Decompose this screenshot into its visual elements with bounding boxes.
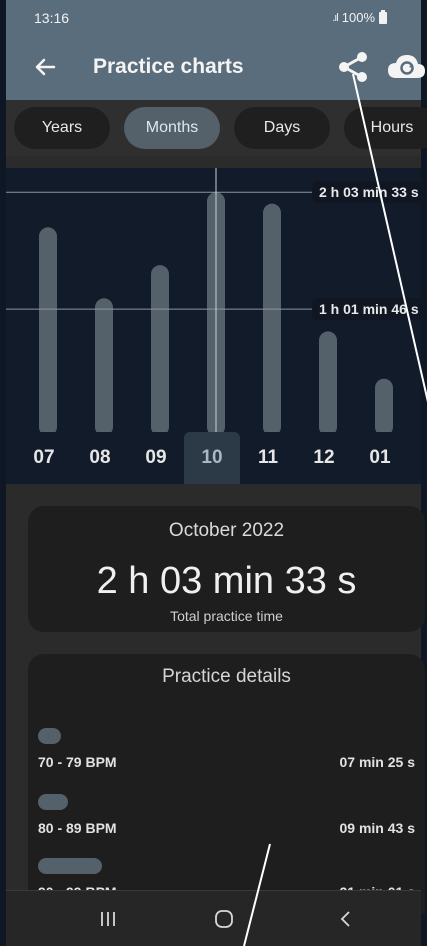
share-icon[interactable]: [336, 50, 370, 84]
practice-bar-chart[interactable]: 2 h 03 min 33 s 1 h 01 min 46 s: [6, 168, 427, 432]
tab-months[interactable]: Months: [124, 107, 220, 149]
detail-bar: [38, 794, 68, 810]
tab-hours[interactable]: Hours: [344, 107, 427, 149]
detail-bar: [38, 858, 102, 874]
tab-days[interactable]: Days: [234, 107, 330, 149]
detail-bpm-range: 70 - 79 BPM: [38, 754, 117, 770]
detail-row: 70 - 79 BPM 07 min 25 s: [28, 728, 425, 788]
recent-apps-button[interactable]: [88, 905, 128, 933]
phone-screen: 13:16 .ıl 100% Practice charts Years Mon…: [0, 0, 427, 946]
x-tick-12[interactable]: 12: [296, 432, 352, 484]
back-chevron-icon: [340, 911, 350, 927]
x-tick-08[interactable]: 08: [72, 432, 128, 484]
x-tick-07[interactable]: 07: [16, 432, 72, 484]
status-time: 13:16: [34, 10, 70, 26]
cloud-sync-icon[interactable]: [386, 50, 426, 86]
home-button[interactable]: [204, 905, 244, 933]
app-bar: Practice charts: [6, 36, 425, 100]
status-bar: 13:16 .ıl 100%: [6, 0, 421, 36]
detail-bar: [38, 728, 61, 744]
chart-x-axis: 07 08 09 10 11 12 01: [6, 432, 421, 484]
chart-bar-12: [319, 331, 337, 432]
x-tick-01[interactable]: 01: [352, 432, 408, 484]
selected-month: October 2022: [168, 520, 285, 541]
back-arrow-icon[interactable]: [32, 52, 58, 82]
detail-bpm-range: 80 - 89 BPM: [38, 820, 117, 836]
home-icon: [215, 910, 233, 928]
detail-time: 09 min 43 s: [339, 820, 416, 836]
battery-icon: [379, 9, 387, 24]
chart-bar-01: [375, 378, 393, 432]
x-tick-09[interactable]: 09: [128, 432, 184, 484]
status-indicators: .ıl 100%: [332, 9, 387, 25]
detail-time: 07 min 25 s: [339, 754, 416, 770]
practice-details-card: Practice details 70 - 79 BPM 07 min 25 s…: [28, 654, 425, 914]
x-tick-11[interactable]: 11: [240, 432, 296, 484]
chart-bar-07: [39, 227, 57, 432]
system-nav-bar: [6, 890, 421, 946]
chart-bar-08: [95, 298, 113, 432]
reference-label: 2 h 03 min 33 s: [319, 184, 419, 200]
recent-apps-icon: [101, 912, 115, 926]
signal-icon: .ıl: [332, 11, 338, 24]
detail-row: 80 - 89 BPM 09 min 43 s: [28, 794, 425, 854]
tab-years[interactable]: Years: [14, 107, 110, 149]
total-practice-caption: Total practice time: [170, 608, 283, 624]
chart-bar-11: [263, 203, 281, 432]
chart-canvas: 2 h 03 min 33 s 1 h 01 min 46 s: [6, 168, 427, 432]
x-tick-10[interactable]: 10: [184, 432, 240, 484]
chart-bar-09: [151, 265, 169, 432]
total-practice-time: 2 h 03 min 33 s: [96, 560, 357, 602]
period-tabs: Years Months Days Hours: [6, 100, 427, 156]
summary-card: October 2022 2 h 03 min 33 s Total pract…: [28, 506, 425, 632]
battery-percent: 100%: [341, 10, 375, 25]
details-title: Practice details: [162, 666, 291, 687]
back-button[interactable]: [326, 905, 366, 933]
page-title: Practice charts: [93, 55, 244, 78]
reference-label: 1 h 01 min 46 s: [319, 301, 419, 317]
